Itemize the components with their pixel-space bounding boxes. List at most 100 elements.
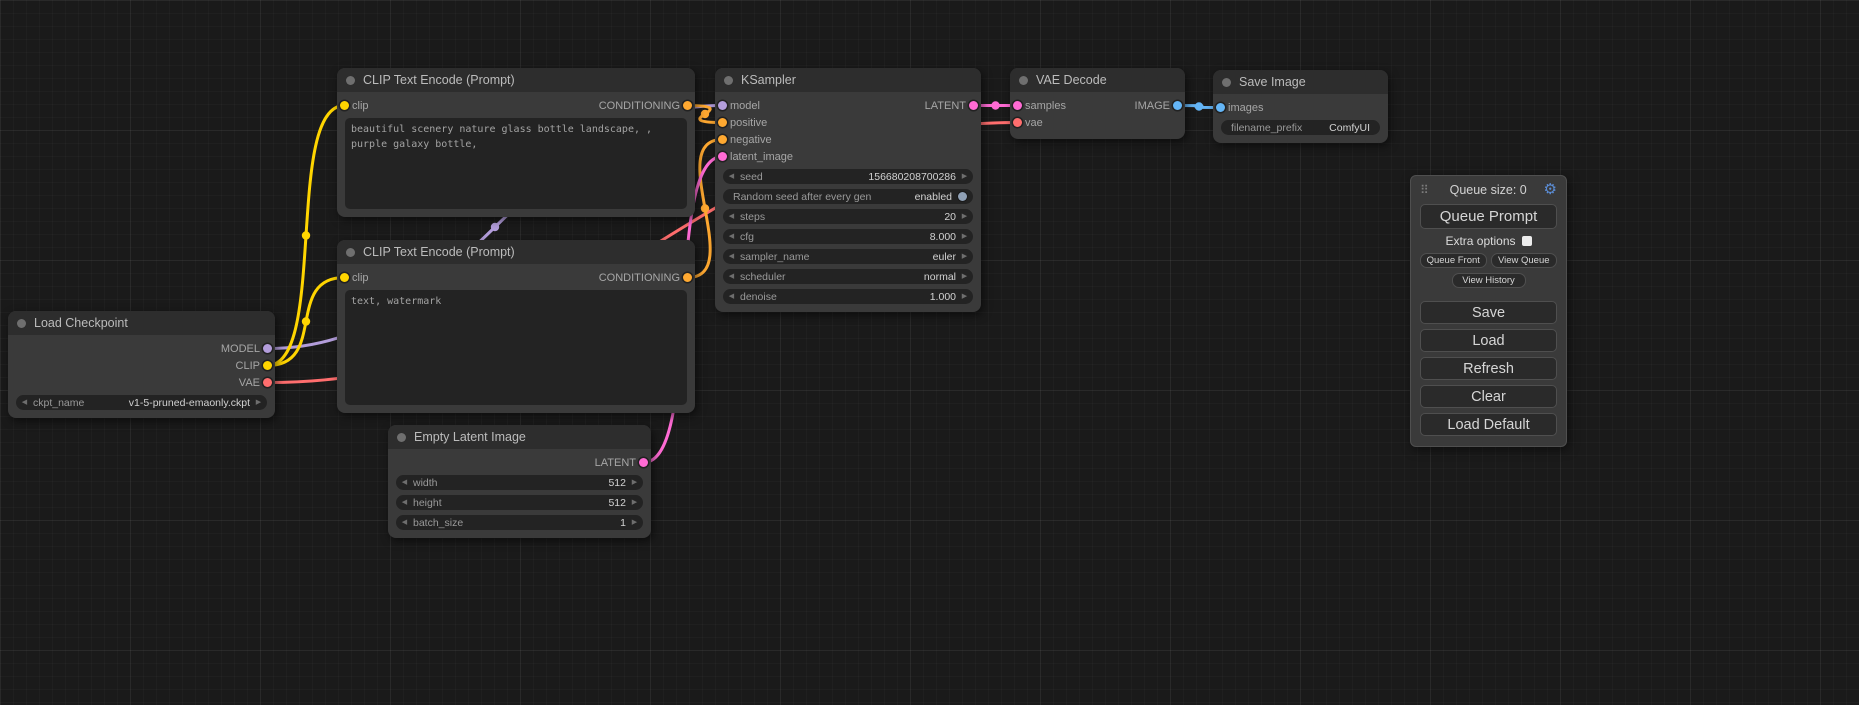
link-midpoint-dot[interactable]	[302, 231, 310, 239]
prev-value-arrow-icon[interactable]: ◀	[723, 249, 740, 264]
clip-output-port[interactable]	[263, 361, 272, 370]
next-value-arrow-icon[interactable]: ▶	[956, 269, 973, 284]
collapse-dot[interactable]	[346, 248, 355, 257]
width-widget[interactable]: ◀ width 512 ▶	[396, 475, 643, 490]
random-seed-toggle-widget[interactable]: Random seed after every gen enabled	[723, 189, 973, 204]
clip-input-port[interactable]	[340, 273, 349, 282]
ckpt-name-widget[interactable]: ◀ ckpt_name v1-5-pruned-emaonly.ckpt ▶	[16, 395, 267, 410]
view-queue-button[interactable]: View Queue	[1491, 253, 1558, 268]
increment-arrow-icon[interactable]: ▶	[956, 289, 973, 304]
seed-widget[interactable]: ◀ seed 156680208700286 ▶	[723, 169, 973, 184]
queue-prompt-button[interactable]: Queue Prompt	[1420, 204, 1557, 229]
images-input-port[interactable]	[1216, 103, 1225, 112]
model-input-port[interactable]	[718, 101, 727, 110]
input-label: clip	[352, 272, 369, 284]
link-midpoint-dot[interactable]	[701, 110, 709, 118]
queue-front-button[interactable]: Queue Front	[1420, 253, 1487, 268]
batch-size-widget[interactable]: ◀ batch_size 1 ▶	[396, 515, 643, 530]
conditioning-output-port[interactable]	[683, 273, 692, 282]
node-vae-decode[interactable]: VAE Decode samples IMAGE vae	[1010, 68, 1185, 139]
latent-output-port[interactable]	[969, 101, 978, 110]
increment-arrow-icon[interactable]: ▶	[626, 515, 643, 530]
image-output-port[interactable]	[1173, 101, 1182, 110]
denoise-widget[interactable]: ◀ denoise 1.000 ▶	[723, 289, 973, 304]
increment-arrow-icon[interactable]: ▶	[626, 495, 643, 510]
vae-output-port[interactable]	[263, 378, 272, 387]
input-label: positive	[730, 117, 767, 129]
save-button[interactable]: Save	[1420, 301, 1557, 324]
node-title-bar[interactable]: Save Image	[1213, 70, 1388, 94]
decrement-arrow-icon[interactable]: ◀	[723, 169, 740, 184]
filename-prefix-widget[interactable]: filename_prefix ComfyUI	[1221, 120, 1380, 135]
settings-gear-icon[interactable]: ⚙	[1544, 182, 1557, 197]
conditioning-output-port[interactable]	[683, 101, 692, 110]
extra-options-label: Extra options	[1445, 234, 1515, 248]
collapse-dot[interactable]	[17, 319, 26, 328]
collapse-dot[interactable]	[724, 76, 733, 85]
link-midpoint-dot[interactable]	[701, 204, 709, 212]
node-clip-text-encode-positive[interactable]: CLIP Text Encode (Prompt) clip CONDITION…	[337, 68, 695, 217]
latent-output-port[interactable]	[639, 458, 648, 467]
link-midpoint-dot[interactable]	[1195, 102, 1203, 110]
load-button[interactable]: Load	[1420, 329, 1557, 352]
clip-input-port[interactable]	[340, 101, 349, 110]
input-label: latent_image	[730, 151, 793, 163]
next-value-arrow-icon[interactable]: ▶	[956, 249, 973, 264]
decrement-arrow-icon[interactable]: ◀	[396, 515, 413, 530]
next-value-arrow-icon[interactable]: ▶	[250, 395, 267, 410]
decrement-arrow-icon[interactable]: ◀	[723, 209, 740, 224]
node-body: samples IMAGE vae	[1010, 92, 1185, 139]
positive-input-port[interactable]	[718, 118, 727, 127]
prompt-textarea[interactable]: beautiful scenery nature glass bottle la…	[345, 118, 687, 209]
node-title-bar[interactable]: CLIP Text Encode (Prompt)	[337, 240, 695, 264]
decrement-arrow-icon[interactable]: ◀	[396, 495, 413, 510]
drag-handle-icon[interactable]: ⠿	[1420, 183, 1428, 197]
cfg-widget[interactable]: ◀ cfg 8.000 ▶	[723, 229, 973, 244]
node-title-bar[interactable]: Load Checkpoint	[8, 311, 275, 335]
node-graph-canvas[interactable]: Load Checkpoint MODEL CLIP VAE ◀ ckpt_na…	[0, 0, 1859, 705]
negative-input-port[interactable]	[718, 135, 727, 144]
increment-arrow-icon[interactable]: ▶	[956, 209, 973, 224]
prev-value-arrow-icon[interactable]: ◀	[723, 269, 740, 284]
link-midpoint-dot[interactable]	[491, 223, 499, 231]
toggle-dot[interactable]	[958, 192, 967, 201]
node-clip-text-encode-negative[interactable]: CLIP Text Encode (Prompt) clip CONDITION…	[337, 240, 695, 413]
clear-button[interactable]: Clear	[1420, 385, 1557, 408]
vae-input-port[interactable]	[1013, 118, 1022, 127]
samples-input-port[interactable]	[1013, 101, 1022, 110]
node-ksampler[interactable]: KSampler model LATENT positive negative …	[715, 68, 981, 312]
output-label: LATENT	[925, 100, 966, 112]
extra-options-checkbox[interactable]	[1522, 236, 1532, 246]
latent-image-input-port[interactable]	[718, 152, 727, 161]
collapse-dot[interactable]	[1019, 76, 1028, 85]
view-history-button[interactable]: View History	[1452, 273, 1526, 288]
node-load-checkpoint[interactable]: Load Checkpoint MODEL CLIP VAE ◀ ckpt_na…	[8, 311, 275, 418]
node-title-bar[interactable]: Empty Latent Image	[388, 425, 651, 449]
link-midpoint-dot[interactable]	[302, 317, 310, 325]
steps-widget[interactable]: ◀ steps 20 ▶	[723, 209, 973, 224]
node-title-bar[interactable]: KSampler	[715, 68, 981, 92]
prompt-textarea[interactable]: text, watermark	[345, 290, 687, 405]
node-title-bar[interactable]: CLIP Text Encode (Prompt)	[337, 68, 695, 92]
load-default-button[interactable]: Load Default	[1420, 413, 1557, 436]
decrement-arrow-icon[interactable]: ◀	[723, 289, 740, 304]
refresh-button[interactable]: Refresh	[1420, 357, 1557, 380]
increment-arrow-icon[interactable]: ▶	[626, 475, 643, 490]
node-empty-latent-image[interactable]: Empty Latent Image LATENT ◀ width 512 ▶ …	[388, 425, 651, 538]
collapse-dot[interactable]	[397, 433, 406, 442]
prev-value-arrow-icon[interactable]: ◀	[16, 395, 33, 410]
node-save-image[interactable]: Save Image images filename_prefix ComfyU…	[1213, 70, 1388, 143]
increment-arrow-icon[interactable]: ▶	[956, 229, 973, 244]
height-widget[interactable]: ◀ height 512 ▶	[396, 495, 643, 510]
node-title: KSampler	[741, 73, 796, 87]
model-output-port[interactable]	[263, 344, 272, 353]
sampler-name-widget[interactable]: ◀ sampler_name euler ▶	[723, 249, 973, 264]
collapse-dot[interactable]	[1222, 78, 1231, 87]
node-title-bar[interactable]: VAE Decode	[1010, 68, 1185, 92]
decrement-arrow-icon[interactable]: ◀	[723, 229, 740, 244]
decrement-arrow-icon[interactable]: ◀	[396, 475, 413, 490]
scheduler-widget[interactable]: ◀ scheduler normal ▶	[723, 269, 973, 284]
increment-arrow-icon[interactable]: ▶	[956, 169, 973, 184]
collapse-dot[interactable]	[346, 76, 355, 85]
link-midpoint-dot[interactable]	[991, 101, 999, 109]
